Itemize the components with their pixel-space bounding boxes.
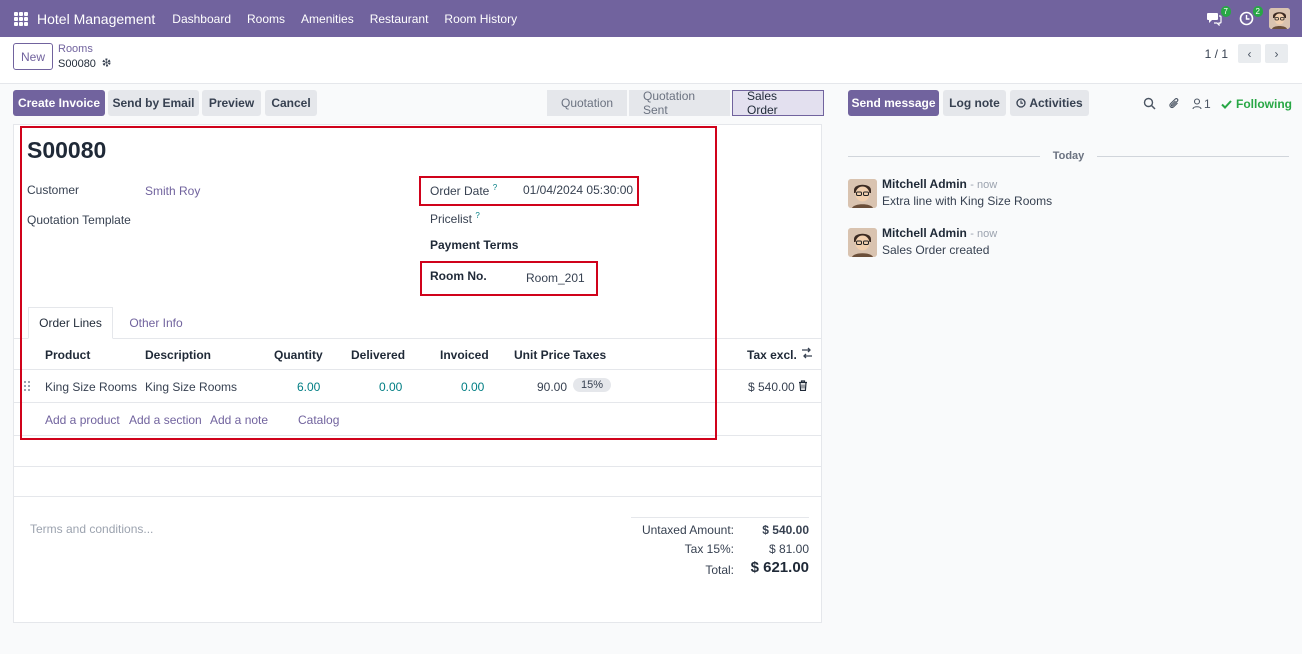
log-note-button[interactable]: Log note bbox=[943, 90, 1006, 116]
message-time: - now bbox=[970, 179, 998, 191]
stage-quotation[interactable]: Quotation bbox=[547, 90, 627, 116]
avatar[interactable] bbox=[848, 228, 877, 257]
pager: 1 / 1 ‹ › bbox=[1205, 44, 1288, 63]
user-avatar[interactable] bbox=[1269, 8, 1290, 29]
preview-button[interactable]: Preview bbox=[202, 90, 261, 116]
pager-previous-icon[interactable]: ‹ bbox=[1238, 44, 1261, 63]
following-label: Following bbox=[1236, 97, 1292, 111]
control-panel: New Rooms S00080 1 / 1 ‹ › bbox=[0, 37, 1302, 84]
activities-badge: 2 bbox=[1252, 5, 1263, 17]
optional-columns-icon[interactable] bbox=[801, 347, 813, 362]
untaxed-value: $ 540.00 bbox=[762, 523, 809, 537]
messages-badge: 7 bbox=[1220, 5, 1231, 17]
total-label: Total: bbox=[705, 563, 734, 577]
status-stages: Quotation Quotation Sent Sales Order bbox=[547, 89, 826, 117]
tax-value: $ 81.00 bbox=[768, 542, 809, 556]
highlight-box-room-no bbox=[420, 261, 598, 296]
untaxed-label: Untaxed Amount: bbox=[641, 523, 734, 537]
message-body: Extra line with King Size Rooms bbox=[882, 194, 1053, 208]
activities-button[interactable]: Activities bbox=[1010, 90, 1089, 116]
stage-quotation-sent[interactable]: Quotation Sent bbox=[629, 89, 730, 117]
paperclip-icon[interactable] bbox=[1168, 97, 1181, 113]
date-separator-label: Today bbox=[1052, 150, 1085, 162]
cancel-button[interactable]: Cancel bbox=[265, 90, 317, 116]
messages-icon[interactable]: 7 bbox=[1205, 5, 1231, 28]
message-author[interactable]: Mitchell Admin - now bbox=[882, 226, 997, 240]
top-navbar: Hotel Management Dashboard Rooms Ameniti… bbox=[0, 0, 1302, 37]
totals-block: Untaxed Amount: $ 540.00 Tax 15%: $ 81.0… bbox=[631, 517, 809, 577]
send-message-button[interactable]: Send message bbox=[848, 90, 939, 116]
empty-row bbox=[14, 467, 821, 497]
app-brand[interactable]: Hotel Management bbox=[37, 11, 155, 27]
message-time: - now bbox=[970, 228, 998, 240]
date-separator: Today bbox=[848, 150, 1290, 162]
breadcrumb-rooms[interactable]: Rooms bbox=[58, 43, 93, 55]
user-icon bbox=[1192, 98, 1202, 110]
total-value: $ 621.00 bbox=[750, 559, 809, 576]
stage-sales-order[interactable]: Sales Order bbox=[732, 89, 824, 117]
menu-room-history[interactable]: Room History bbox=[444, 12, 517, 26]
column-tax-excl[interactable]: Tax excl. bbox=[747, 348, 797, 362]
menu-restaurant[interactable]: Restaurant bbox=[370, 12, 429, 26]
followers-button[interactable]: 1 bbox=[1192, 97, 1211, 111]
following-button[interactable]: Following bbox=[1221, 97, 1292, 111]
followers-count: 1 bbox=[1204, 97, 1211, 111]
terms-field[interactable]: Terms and conditions... bbox=[30, 522, 153, 536]
create-invoice-button[interactable]: Create Invoice bbox=[13, 90, 105, 116]
trash-icon[interactable] bbox=[798, 380, 808, 394]
cell-subtotal: $ 540.00 bbox=[748, 380, 795, 394]
menu-amenities[interactable]: Amenities bbox=[301, 12, 354, 26]
tax-label: Tax 15%: bbox=[684, 542, 734, 556]
new-button[interactable]: New bbox=[13, 43, 53, 70]
record-name: S00080 bbox=[58, 58, 96, 70]
check-icon bbox=[1221, 99, 1232, 109]
pager-next-icon[interactable]: › bbox=[1265, 44, 1288, 63]
highlight-box-order-date bbox=[419, 176, 639, 206]
breadcrumb-record: S00080 bbox=[58, 57, 112, 71]
pager-value[interactable]: 1 / 1 bbox=[1205, 47, 1228, 61]
clock-icon bbox=[1016, 98, 1026, 108]
apps-menu-icon[interactable] bbox=[14, 11, 28, 26]
activities-clock-icon[interactable]: 2 bbox=[1237, 5, 1263, 28]
message-body: Sales Order created bbox=[882, 243, 990, 257]
avatar[interactable] bbox=[848, 179, 877, 208]
message-author[interactable]: Mitchell Admin - now bbox=[882, 177, 997, 191]
activities-label: Activities bbox=[1029, 96, 1083, 110]
send-by-email-button[interactable]: Send by Email bbox=[108, 90, 199, 116]
search-icon[interactable] bbox=[1143, 97, 1156, 113]
empty-row bbox=[14, 437, 821, 467]
menu-dashboard[interactable]: Dashboard bbox=[172, 12, 231, 26]
highlight-box bbox=[20, 126, 717, 440]
gear-icon[interactable] bbox=[101, 57, 112, 71]
menu-rooms[interactable]: Rooms bbox=[247, 12, 285, 26]
